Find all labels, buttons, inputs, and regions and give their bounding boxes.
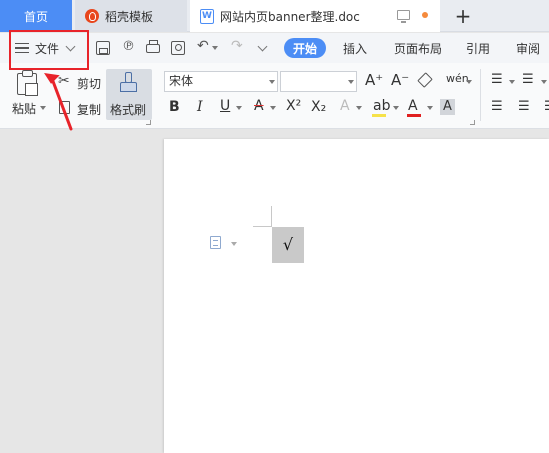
strikethrough-button[interactable]: A [254, 98, 264, 114]
font-size-dropdown-icon[interactable] [348, 80, 354, 84]
monitor-icon[interactable] [397, 10, 410, 23]
tab-home-label: 首页 [23, 9, 48, 24]
tab-document[interactable]: W 网站内页banner整理.doc [190, 0, 440, 32]
align-left-icon[interactable]: ☰ [491, 99, 503, 115]
ribbon-tab-page-layout[interactable]: 页面布局 [392, 38, 444, 58]
undo-dropdown-icon[interactable] [212, 46, 218, 50]
ribbon-tab-references[interactable]: 引用 [464, 38, 492, 58]
margin-corner-mark [253, 226, 272, 227]
ribbon-tab-insert[interactable]: 插入 [340, 38, 370, 58]
underline-button[interactable]: U [220, 98, 230, 114]
plus-icon: + [454, 4, 472, 28]
font-color-swatch [407, 114, 421, 117]
new-tab-button[interactable]: + [450, 0, 476, 32]
tab-home[interactable]: 首页 [0, 0, 72, 32]
align-right-icon[interactable]: ☰ [544, 99, 549, 115]
margin-corner-mark-vertical [271, 206, 272, 226]
numbering-icon[interactable]: ☰ [522, 72, 534, 88]
bold-button[interactable]: B [169, 99, 180, 115]
selected-text-cell[interactable]: √ [272, 227, 304, 263]
cut-label[interactable]: 剪切 [77, 75, 101, 92]
phonetic-dropdown-icon[interactable] [466, 80, 472, 84]
font-size-select[interactable] [280, 71, 357, 92]
font-color-button[interactable]: A [408, 98, 418, 114]
format-painter-label: 格式刷 [110, 103, 147, 117]
clear-format-icon[interactable] [418, 73, 432, 87]
underline-dropdown-icon[interactable] [236, 106, 242, 110]
document-page[interactable] [164, 139, 549, 453]
tab-templates-label: 稻壳模板 [105, 9, 154, 24]
paste-icon[interactable] [17, 70, 38, 96]
highlight-dropdown-icon[interactable] [393, 106, 399, 110]
unsaved-dot-icon [422, 12, 428, 18]
font-launcher-icon[interactable] [470, 120, 475, 125]
superscript-button[interactable]: X² [286, 98, 301, 114]
copy-label[interactable]: 复制 [77, 101, 101, 118]
paste-label[interactable]: 粘贴 [12, 100, 36, 117]
tab-templates[interactable]: 稻壳模板 [75, 0, 187, 32]
font-name-select[interactable]: 宋体 [164, 71, 278, 92]
subscript-button[interactable]: X₂ [311, 99, 326, 115]
red-arrow-annotation [44, 72, 73, 131]
tab-document-label: 网站内页banner整理.doc [220, 9, 360, 24]
font-name-dropdown-icon[interactable] [269, 80, 275, 84]
align-center-icon[interactable]: ☰ [518, 99, 530, 115]
font-name-value: 宋体 [169, 74, 194, 88]
word-doc-icon: W [200, 8, 214, 24]
phonetic-guide-button[interactable]: wén [446, 71, 469, 87]
highlight-button[interactable]: ab [373, 98, 390, 114]
paragraph-options-icon[interactable] [210, 236, 221, 249]
save-icon[interactable] [96, 41, 110, 55]
text-effect-dropdown-icon[interactable] [356, 106, 362, 110]
redo-icon[interactable]: ↷ [231, 38, 245, 54]
tab-bar: 首页 稻壳模板 W 网站内页banner整理.doc + [0, 0, 549, 32]
highlight-color-swatch [372, 114, 386, 117]
italic-button[interactable]: I [197, 99, 203, 115]
print-icon[interactable] [146, 40, 160, 53]
file-menu-highlight-box [9, 30, 89, 70]
export-icon[interactable]: ℗ [122, 39, 136, 54]
numbering-dropdown-icon[interactable] [541, 80, 547, 84]
text-effect-button[interactable]: A [340, 98, 350, 114]
print-preview-icon[interactable] [171, 41, 185, 55]
font-color-dropdown-icon[interactable] [427, 106, 433, 110]
ribbon-tab-review[interactable]: 审阅 [514, 38, 542, 58]
daoke-logo-icon [85, 9, 99, 23]
ribbon-divider [480, 69, 481, 121]
bullets-icon[interactable]: ☰ [491, 72, 503, 88]
strikethrough-dropdown-icon[interactable] [270, 106, 276, 110]
wps-writer-window: 首页 稻壳模板 W 网站内页banner整理.doc + 文件 ℗ ↶ ↷ 开始… [0, 0, 549, 453]
character-shading-button[interactable]: A [440, 99, 455, 115]
paragraph-options-dropdown-icon[interactable] [231, 242, 237, 246]
shrink-font-button[interactable]: A⁻ [391, 72, 409, 88]
ribbon-tab-start[interactable]: 开始 [284, 38, 326, 58]
bullets-dropdown-icon[interactable] [509, 80, 515, 84]
undo-icon[interactable]: ↶ [197, 38, 211, 54]
grow-font-button[interactable]: A⁺ [365, 72, 383, 88]
format-painter-icon [120, 72, 137, 92]
clipboard-launcher-icon[interactable] [146, 120, 151, 125]
